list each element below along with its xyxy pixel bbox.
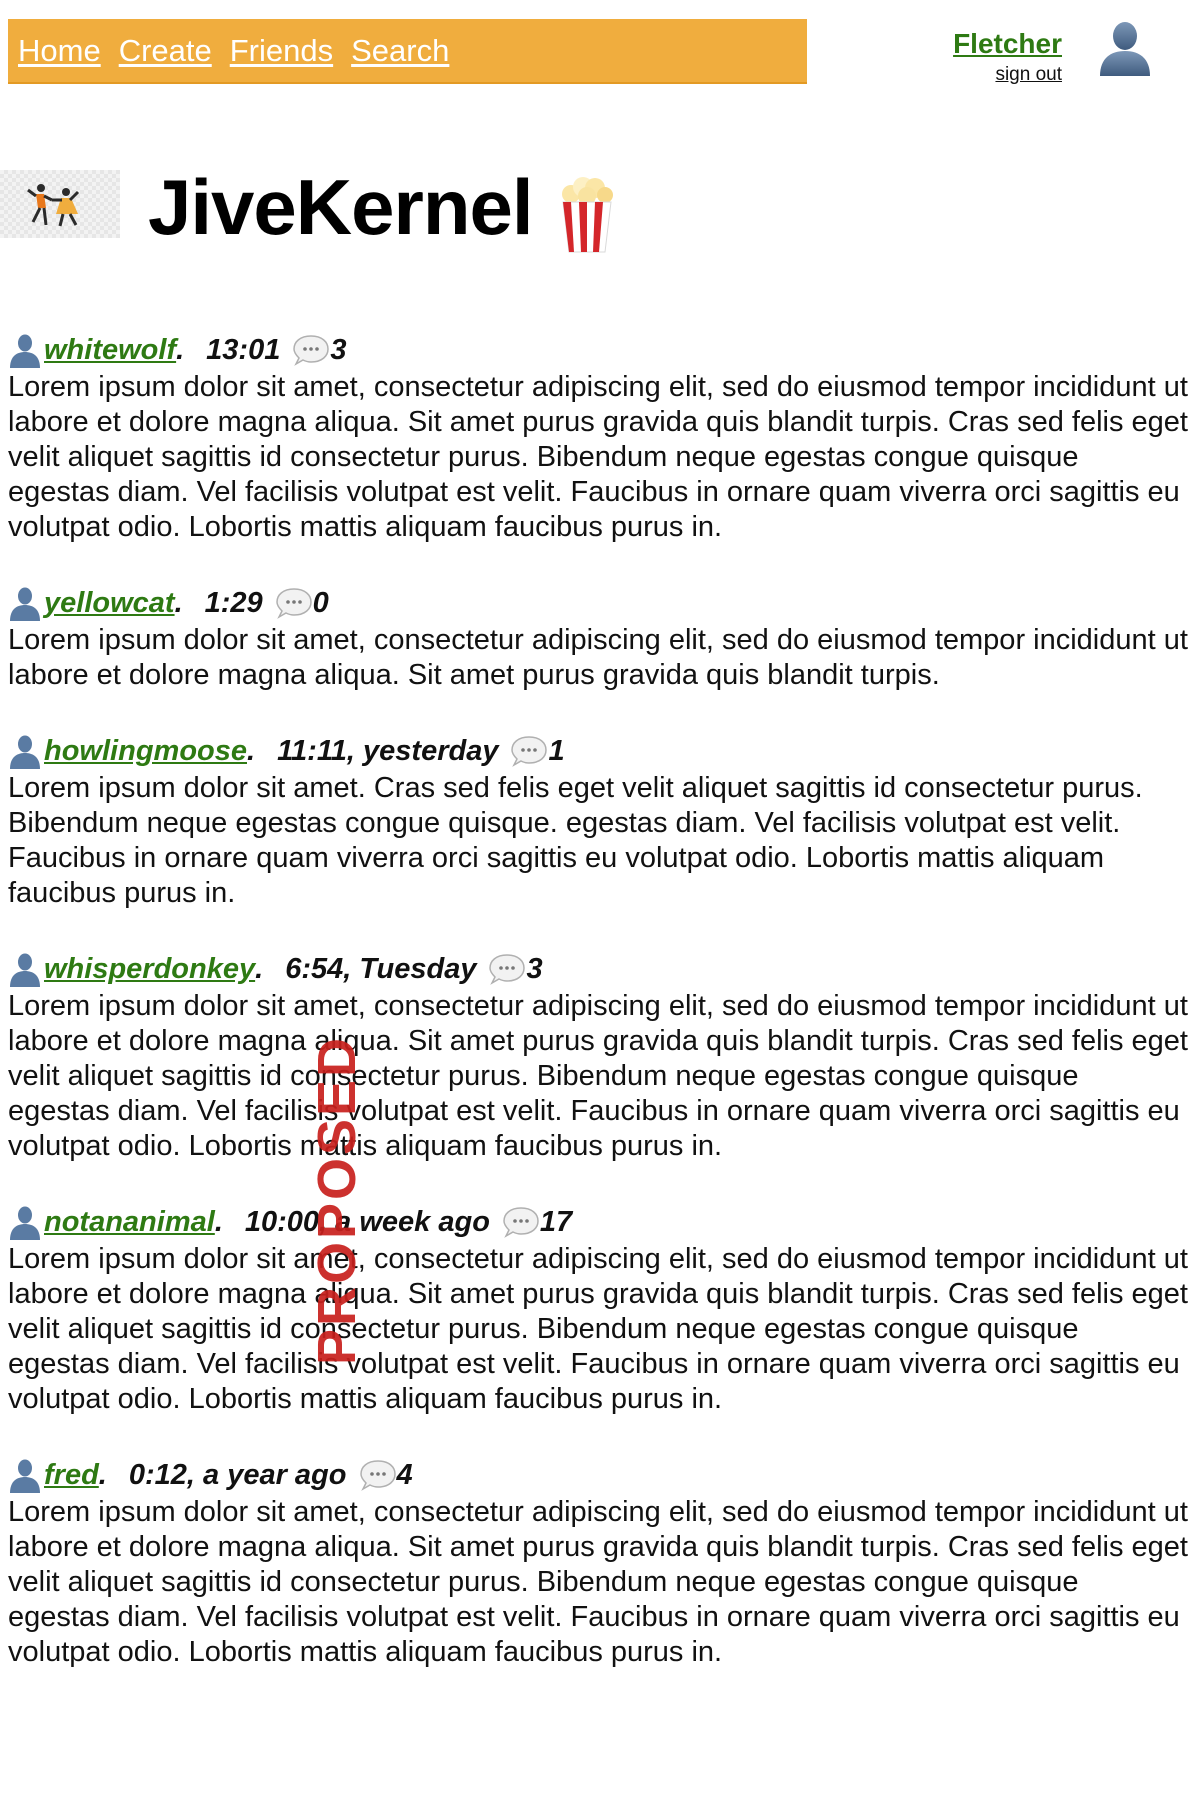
post-item: fred . 0:12, a year ago 4 Lorem ipsum do…: [8, 1455, 1188, 1670]
post-body: Lorem ipsum dolor sit amet. Cras sed fel…: [8, 772, 1143, 909]
post-item: whisperdonkey . 6:54, Tuesday 3 Lorem ip…: [8, 949, 1188, 1164]
post-item: whitewolf . 13:01 3 Lorem ipsum dolor si…: [8, 330, 1188, 545]
dancing-couple-icon: [27, 184, 80, 227]
user-area: Fletcher sign out: [953, 28, 1062, 86]
popcorn-icon: [562, 177, 613, 253]
post-time: 1:29: [204, 587, 263, 619]
user-silhouette-icon: [10, 1459, 40, 1493]
user-silhouette-icon[interactable]: [1095, 18, 1155, 78]
comment-count: 17: [539, 1206, 573, 1238]
post-author-link[interactable]: yellowcat: [44, 583, 175, 623]
post-author-link[interactable]: howlingmoose: [44, 731, 247, 771]
meta-separator: .: [214, 1206, 223, 1238]
post-time: 10:00, a week ago: [244, 1206, 490, 1238]
post-item: notananimal . 10:00, a week ago 17 Lorem…: [8, 1202, 1188, 1417]
meta-separator: .: [255, 953, 264, 985]
post-body: Lorem ipsum dolor sit amet, consectetur …: [8, 371, 1188, 543]
user-silhouette-icon: [10, 587, 40, 621]
user-silhouette-icon: [10, 735, 40, 769]
nav-friends-link[interactable]: Friends: [230, 33, 333, 69]
speech-bubble-icon[interactable]: [488, 952, 526, 986]
meta-separator: .: [98, 1459, 107, 1491]
comment-count: 0: [312, 587, 329, 619]
user-name-link[interactable]: Fletcher: [953, 28, 1062, 60]
post-time: 0:12, a year ago: [128, 1459, 347, 1491]
post-body: Lorem ipsum dolor sit amet, consectetur …: [8, 990, 1188, 1162]
speech-bubble-icon[interactable]: [292, 333, 330, 367]
post-body: Lorem ipsum dolor sit amet, consectetur …: [8, 624, 1188, 691]
nav-search-link[interactable]: Search: [351, 33, 449, 69]
comment-count: 3: [526, 953, 543, 985]
meta-separator: .: [174, 587, 183, 619]
comment-count: 3: [330, 334, 347, 366]
comment-count: 1: [548, 735, 565, 767]
sign-out-link[interactable]: sign out: [953, 64, 1062, 86]
top-nav-bar: Home Create Friends Search: [8, 19, 807, 84]
post-author-link[interactable]: whitewolf: [44, 330, 176, 370]
post-body: Lorem ipsum dolor sit amet, consectetur …: [8, 1496, 1188, 1668]
speech-bubble-icon[interactable]: [510, 734, 548, 768]
speech-bubble-icon[interactable]: [359, 1458, 397, 1492]
post-time: 13:01: [206, 334, 281, 366]
user-silhouette-icon: [10, 953, 40, 987]
meta-separator: .: [176, 334, 185, 366]
nav-create-link[interactable]: Create: [119, 33, 212, 69]
user-silhouette-icon: [10, 334, 40, 368]
post-meta: fred . 0:12, a year ago 4: [8, 1455, 1188, 1495]
meta-separator: .: [247, 735, 256, 767]
post-meta: whitewolf . 13:01 3: [8, 330, 1188, 370]
post-body: Lorem ipsum dolor sit amet, consectetur …: [8, 1243, 1188, 1415]
speech-bubble-icon[interactable]: [502, 1205, 540, 1239]
post-meta: whisperdonkey . 6:54, Tuesday 3: [8, 949, 1188, 989]
post-item: howlingmoose . 11:11, yesterday 1 Lorem …: [8, 731, 1188, 911]
post-time: 11:11, yesterday: [277, 735, 499, 767]
page-title: JiveKernel: [148, 163, 534, 251]
post-meta: howlingmoose . 11:11, yesterday 1: [8, 731, 1188, 771]
post-author-link[interactable]: whisperdonkey: [44, 949, 255, 989]
post-author-link[interactable]: fred: [44, 1455, 99, 1495]
post-author-link[interactable]: notananimal: [44, 1202, 215, 1242]
post-item: yellowcat . 1:29 0 Lorem ipsum dolor sit…: [8, 583, 1188, 693]
comment-count: 4: [396, 1459, 413, 1491]
nav-home-link[interactable]: Home: [18, 33, 101, 69]
speech-bubble-icon[interactable]: [275, 586, 313, 620]
post-meta: yellowcat . 1:29 0: [8, 583, 1188, 623]
site-logo[interactable]: [0, 170, 120, 238]
user-silhouette-icon: [10, 1206, 40, 1240]
post-time: 6:54, Tuesday: [285, 953, 477, 985]
post-meta: notananimal . 10:00, a week ago 17: [8, 1202, 1188, 1242]
post-feed: whitewolf . 13:01 3 Lorem ipsum dolor si…: [8, 330, 1188, 1708]
